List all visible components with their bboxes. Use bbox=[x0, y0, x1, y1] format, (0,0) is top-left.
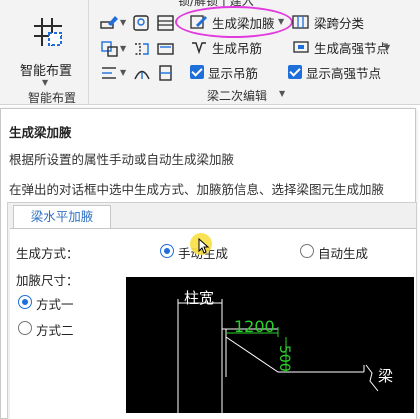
auto-radio[interactable] bbox=[300, 244, 314, 258]
manual-radio[interactable] bbox=[160, 244, 174, 258]
beam-rebar-icon[interactable] bbox=[156, 40, 176, 58]
show-hanger-label: 显示吊筋 bbox=[208, 65, 259, 81]
mouse-pointer-icon bbox=[198, 238, 210, 254]
tooltip-panel: 生成梁加腋 根据所设置的属性手动或自动生成梁加腋 在弹出的对话框中选中生成方式、… bbox=[0, 108, 417, 419]
haunch-diagram: 柱宽 1200 500 梁 bbox=[126, 277, 414, 413]
group-divider bbox=[88, 0, 89, 104]
show-high-node-checkbox[interactable]: 显示高强节点 bbox=[288, 62, 381, 82]
horizontal-dimension: 1200 bbox=[234, 317, 275, 336]
beam-mirror-icon[interactable] bbox=[132, 40, 152, 58]
column-width-label: 柱宽 bbox=[184, 289, 215, 307]
haunch-dialog-preview: 梁水平加腋 生成方式： 手动生成 自动生成 加腋尺寸： 方式一 方式二 bbox=[7, 202, 417, 419]
highlight-annotation bbox=[175, 6, 293, 38]
chevron-down-icon: ▼ bbox=[384, 43, 391, 52]
haunch-diagram-svg bbox=[177, 299, 379, 413]
generate-hanger-button[interactable]: 生成吊筋 bbox=[190, 37, 262, 57]
beam-table-icon[interactable] bbox=[156, 14, 176, 32]
tab-content: 生成方式： 手动生成 自动生成 加腋尺寸： 方式一 方式二 bbox=[10, 228, 416, 419]
size-label: 加腋尺寸： bbox=[16, 273, 79, 288]
checkbox-checked-icon bbox=[288, 65, 302, 79]
group-label-beam-edit: 梁二次编辑 bbox=[207, 89, 268, 103]
smart-layout-grid-icon bbox=[34, 18, 62, 46]
beam-span-edit-icon[interactable] bbox=[100, 14, 120, 32]
beam-align-icon[interactable] bbox=[100, 64, 120, 82]
smart-layout-button[interactable]: 智能布置 ▼ bbox=[10, 10, 82, 90]
beam-span-classify-label: 梁跨分类 bbox=[314, 15, 365, 31]
beam-section-icon[interactable] bbox=[156, 64, 176, 82]
span-classify-icon bbox=[292, 15, 309, 29]
beam-label: 梁 bbox=[378, 367, 394, 385]
group-label-smart-layout: 智能布置 bbox=[28, 91, 77, 105]
chevron-down-icon: ▼ bbox=[42, 78, 49, 87]
checkbox-checked-icon bbox=[190, 65, 204, 79]
show-hanger-checkbox[interactable]: 显示吊筋 bbox=[190, 62, 258, 82]
ribbon: 锁/解锁 | 建入 智能布置 ▼ 智能布置 ▼ ▼ ▼ 生成梁加腋 ▼ 梁跨分类… bbox=[0, 0, 420, 105]
tooltip-description-1: 根据所设置的属性手动或自动生成梁加腋 bbox=[9, 152, 235, 167]
option1-label[interactable]: 方式一 bbox=[36, 294, 74, 313]
chevron-down-icon: ▼ bbox=[120, 18, 127, 27]
tab-horizontal-haunch[interactable]: 梁水平加腋 bbox=[13, 205, 111, 229]
beam-span-classify-button[interactable]: 梁跨分类 bbox=[292, 12, 364, 32]
tooltip-title: 生成梁加腋 bbox=[9, 125, 72, 140]
show-high-node-label: 显示高强节点 bbox=[306, 65, 382, 81]
auto-label[interactable]: 自动生成 bbox=[318, 243, 368, 262]
vertical-dimension: 500 bbox=[276, 345, 292, 372]
tooltip-description-2: 在弹出的对话框中选中生成方式、加腋筋信息、选择梁图元生成加腋 bbox=[9, 182, 385, 197]
generate-high-node-label: 生成高强节点 bbox=[314, 40, 390, 56]
beam-arc-icon[interactable] bbox=[132, 64, 152, 82]
method-label: 生成方式： bbox=[16, 246, 79, 261]
high-node-icon bbox=[293, 41, 309, 53]
chevron-down-icon[interactable]: ▼ bbox=[279, 89, 285, 98]
option1-radio[interactable] bbox=[18, 295, 32, 309]
option2-label[interactable]: 方式二 bbox=[36, 320, 74, 339]
hanger-icon bbox=[192, 42, 206, 55]
option2-radio[interactable] bbox=[18, 321, 32, 335]
chevron-down-icon: ▼ bbox=[120, 68, 127, 77]
generate-hanger-label: 生成吊筋 bbox=[212, 40, 263, 56]
beam-copy-icon[interactable] bbox=[100, 40, 120, 58]
generate-high-node-button[interactable]: 生成高强节点 bbox=[292, 37, 389, 57]
smart-layout-label: 智能布置 bbox=[19, 64, 72, 79]
beam-query-icon[interactable] bbox=[132, 14, 152, 32]
chevron-down-icon: ▼ bbox=[120, 44, 127, 53]
